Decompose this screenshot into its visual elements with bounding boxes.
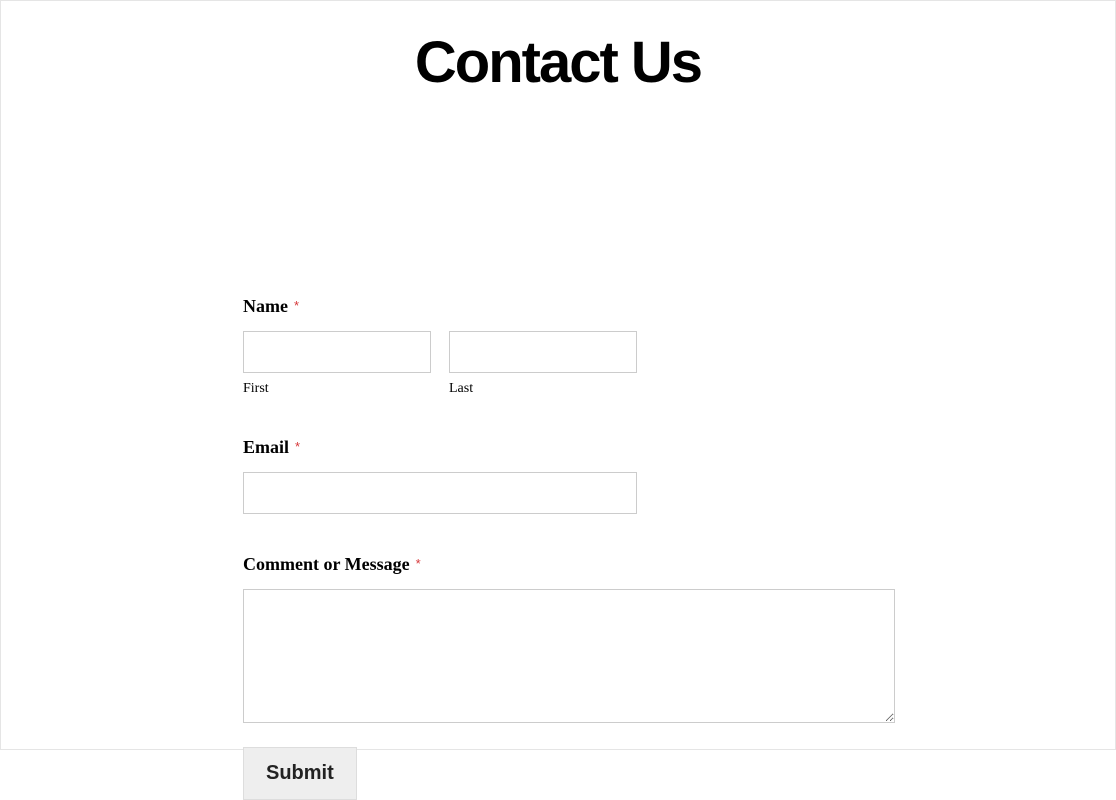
required-mark-icon: *: [416, 556, 421, 571]
page-title: Contact Us: [1, 29, 1115, 96]
name-label: Name: [243, 296, 288, 316]
required-mark-icon: *: [294, 298, 299, 313]
email-field: Email *: [243, 437, 895, 514]
message-field: Comment or Message *: [243, 554, 895, 723]
first-name-input[interactable]: [243, 331, 431, 373]
name-field: Name * First Last: [243, 296, 895, 397]
first-name-sublabel: First: [243, 381, 431, 397]
message-label: Comment or Message: [243, 554, 410, 574]
email-input[interactable]: [243, 472, 637, 514]
message-input[interactable]: [243, 589, 895, 723]
first-name-col: First: [243, 331, 431, 397]
last-name-col: Last: [449, 331, 637, 397]
last-name-sublabel: Last: [449, 381, 637, 397]
required-mark-icon: *: [295, 439, 300, 454]
email-label: Email: [243, 437, 289, 457]
contact-form: Name * First Last Email * Comment or Mes…: [243, 296, 895, 800]
submit-button[interactable]: Submit: [243, 747, 357, 800]
name-row: First Last: [243, 331, 895, 397]
last-name-input[interactable]: [449, 331, 637, 373]
